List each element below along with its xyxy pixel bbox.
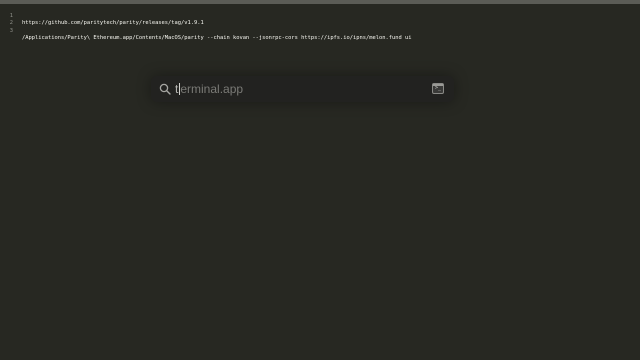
search-icon (159, 83, 171, 95)
search-input[interactable]: t erminal.app (175, 81, 243, 97)
typed-query: t (175, 82, 179, 96)
editor-line[interactable]: 2 (0, 13, 640, 26)
desktop-screen: 1 https://github.com/paritytech/parity/r… (0, 0, 640, 360)
terminal-app-icon[interactable]: >_ (432, 83, 444, 94)
window-top-edge (0, 0, 640, 4)
line-number: 3 (9, 27, 13, 34)
editor-line[interactable]: 1 https://github.com/paritytech/parity/r… (0, 5, 640, 27)
spotlight-search-bar[interactable]: t erminal.app >_ (151, 76, 454, 102)
editor-line[interactable]: 3 /Applications/Parity\ Ethereum.app/Con… (0, 20, 640, 42)
line-text[interactable]: /Applications/Parity\ Ethereum.app/Conte… (22, 35, 411, 43)
text-editor[interactable]: 1 https://github.com/paritytech/parity/r… (0, 5, 640, 42)
terminal-icon-prompt: >_ (435, 85, 442, 91)
autocomplete-suggestion: erminal.app (180, 82, 244, 96)
